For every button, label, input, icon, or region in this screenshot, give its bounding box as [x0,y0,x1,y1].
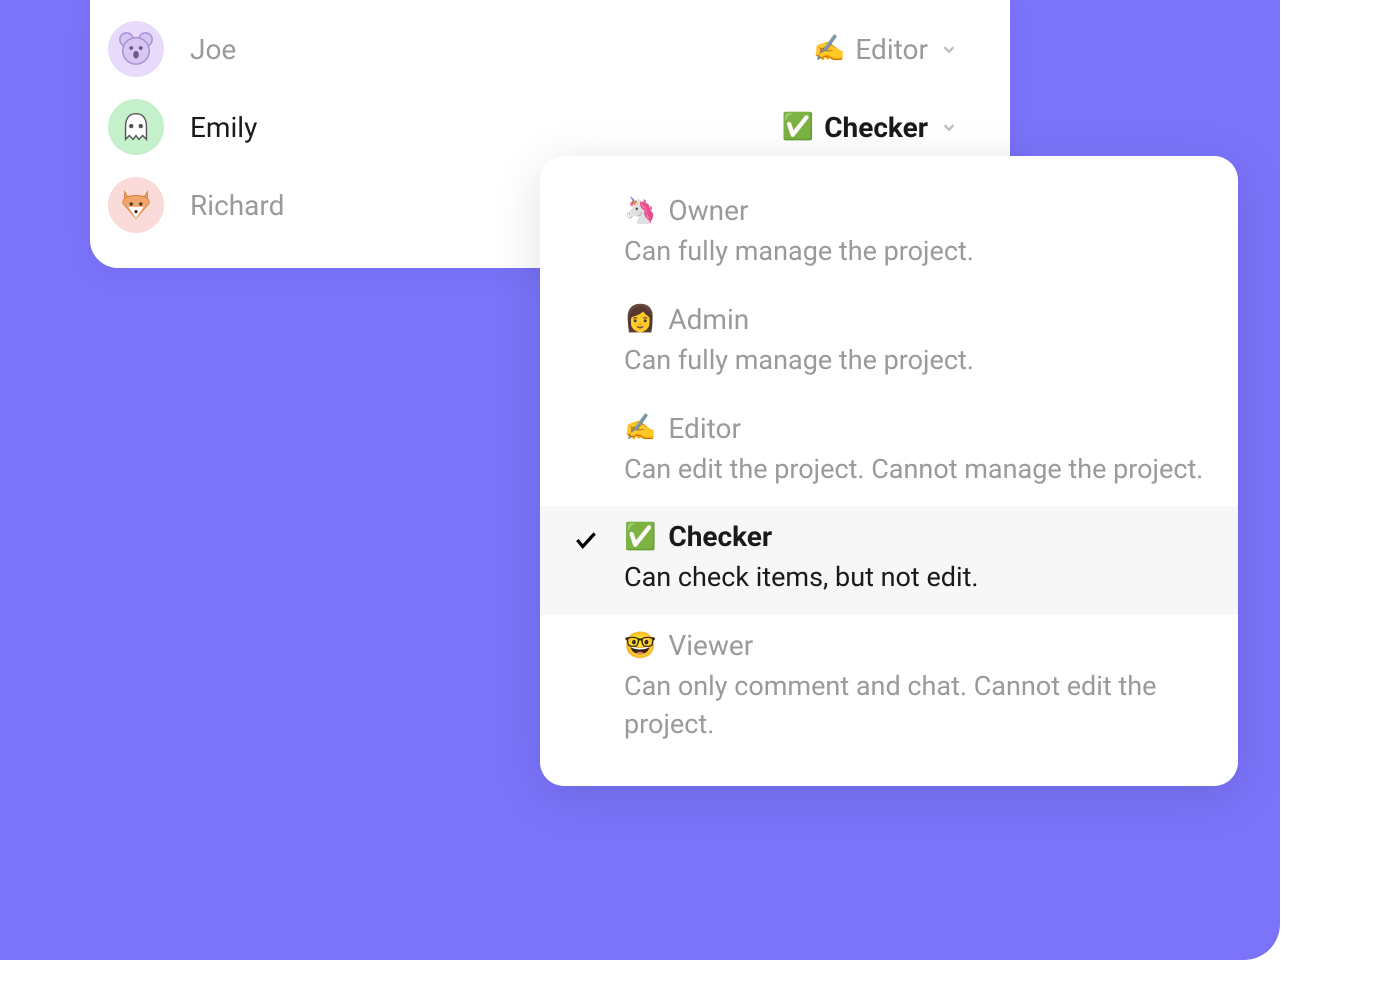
member-row-joe: Joe ✍️ Editor [108,10,960,88]
woman-emoji-icon: 👩 [624,304,656,334]
member-left: Richard [108,177,284,233]
role-option-title: Owner [668,194,748,227]
role-option-title: Admin [668,303,749,336]
role-option-title: Checker [668,520,772,553]
role-option-desc: Can only comment and chat. Cannot edit t… [624,668,1206,744]
nerd-emoji-icon: 🤓 [624,631,656,661]
role-option-title-row: ✅ Checker [624,520,1206,553]
role-dropdown: 🦄 Owner Can fully manage the project. 👩 … [540,156,1238,786]
check-emoji-icon: ✅ [624,522,656,552]
role-option-desc: Can fully manage the project. [624,233,1206,271]
role-option-editor[interactable]: ✍️ Editor Can edit the project. Cannot m… [540,398,1238,507]
member-left: Emily [108,99,257,155]
role-option-desc: Can fully manage the project. [624,342,1206,380]
role-label: Editor [855,33,928,66]
role-option-title-row: 🤓 Viewer [624,629,1206,662]
role-option-title: Editor [668,412,741,445]
role-option-desc: Can check items, but not edit. [624,559,1206,597]
avatar-fox [108,177,164,233]
member-name: Joe [190,33,236,66]
role-selector-joe[interactable]: ✍️ Editor [813,33,960,66]
role-option-admin[interactable]: 👩 Admin Can fully manage the project. [540,289,1238,398]
editor-emoji-icon: ✍️ [813,34,845,64]
role-option-owner[interactable]: 🦄 Owner Can fully manage the project. [540,180,1238,289]
role-selector-emily[interactable]: ✅ Checker [782,111,960,144]
member-left: Joe [108,21,236,77]
member-name: Emily [190,111,257,144]
role-option-title-row: ✍️ Editor [624,412,1206,445]
member-name: Richard [190,189,284,222]
unicorn-emoji-icon: 🦄 [624,196,656,226]
role-option-desc: Can edit the project. Cannot manage the … [624,451,1206,489]
avatar-ghost [108,99,164,155]
checkmark-icon [572,526,600,554]
role-option-title-row: 👩 Admin [624,303,1206,336]
checker-emoji-icon: ✅ [782,112,814,142]
role-option-checker[interactable]: ✅ Checker Can check items, but not edit. [540,506,1238,615]
role-label: Checker [824,111,928,144]
writing-hand-emoji-icon: ✍️ [624,413,656,443]
member-row-emily: Emily ✅ Checker [108,88,960,166]
chevron-down-icon [938,38,960,60]
role-option-title: Viewer [668,629,753,662]
avatar-koala [108,21,164,77]
role-option-title-row: 🦄 Owner [624,194,1206,227]
role-option-viewer[interactable]: 🤓 Viewer Can only comment and chat. Cann… [540,615,1238,762]
chevron-down-icon [938,116,960,138]
canvas: Joe ✍️ Editor Emily [0,0,1390,998]
